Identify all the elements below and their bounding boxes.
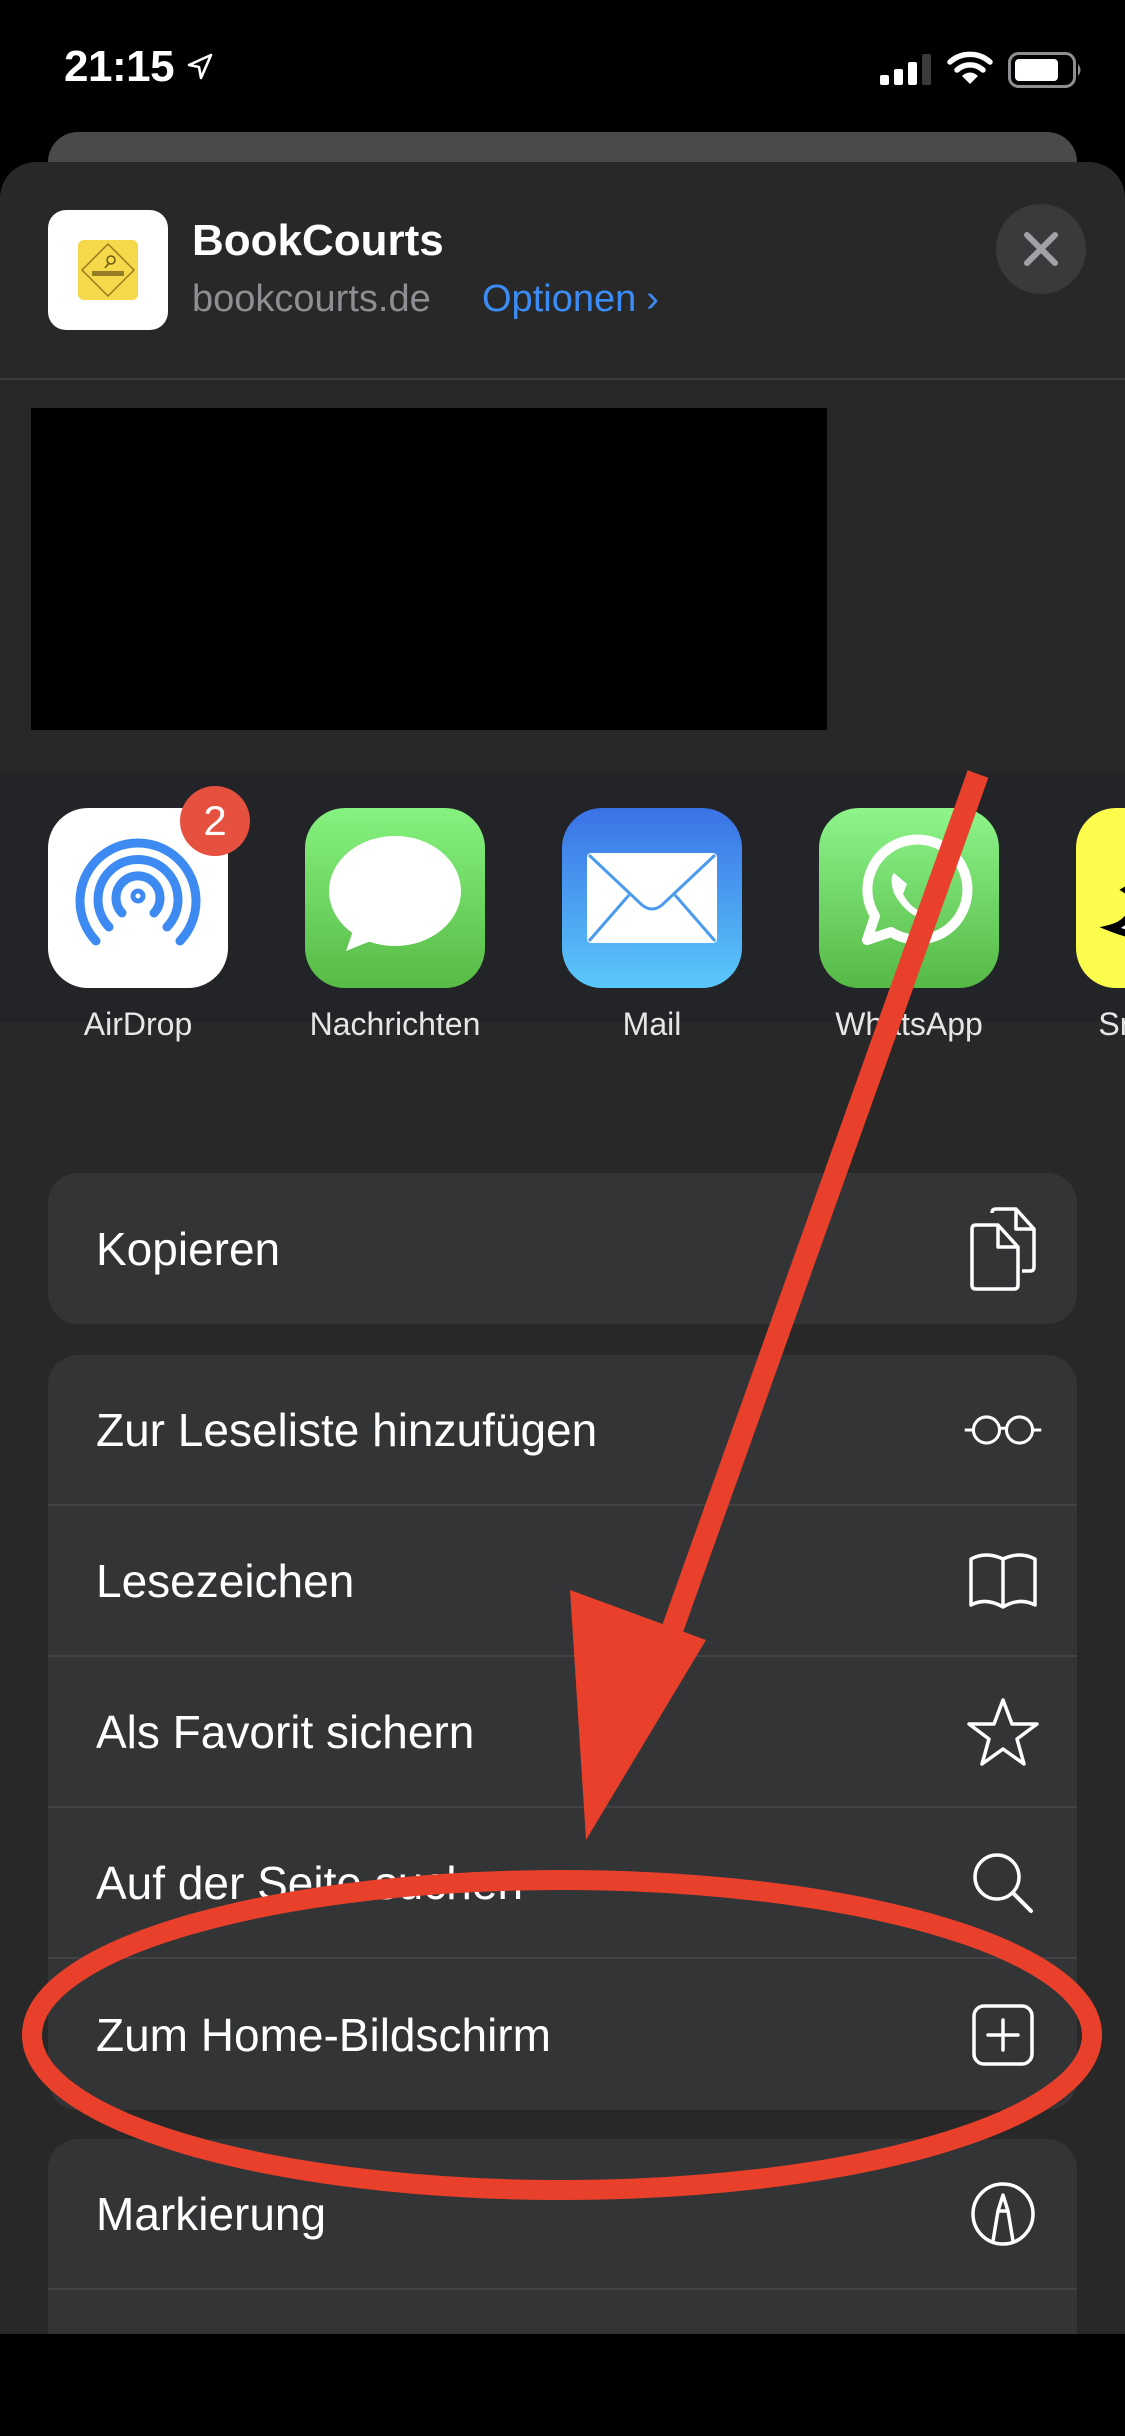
location-arrow-icon <box>187 53 213 80</box>
whatsapp-icon <box>819 808 999 988</box>
action-label: Kopieren <box>96 1222 281 1275</box>
status-bar: 21:15 <box>0 0 1125 135</box>
bottom-black-area <box>0 2334 1125 2436</box>
book-icon <box>963 1541 1043 1621</box>
app-label: Snapchat <box>1098 1006 1125 1042</box>
action-bookmark[interactable]: Lesezeichen <box>48 1506 1077 1657</box>
app-label: AirDrop <box>83 1006 193 1042</box>
site-title: BookCourts <box>192 216 444 265</box>
star-icon <box>963 1692 1043 1772</box>
site-favicon <box>48 210 168 330</box>
action-add-to-home-screen[interactable]: Zum Home-Bildschirm <box>48 1959 1077 2110</box>
action-copy[interactable]: Kopieren <box>48 1173 1077 1324</box>
speech-bubble-icon <box>329 836 461 951</box>
action-print[interactable] <box>48 2290 1077 2334</box>
ghost-icon <box>1099 886 1125 937</box>
search-icon <box>963 1843 1043 1923</box>
glasses-icon <box>963 1390 1043 1470</box>
status-time: 21:15 <box>64 42 175 91</box>
app-mail[interactable]: Mail <box>562 808 742 1043</box>
wifi-icon <box>947 51 993 84</box>
add-square-icon <box>963 1995 1043 2075</box>
action-label: Zum Home-Bildschirm <box>96 2008 551 2061</box>
action-add-favorite[interactable]: Als Favorit sichern <box>48 1657 1077 1808</box>
messages-icon <box>305 808 485 988</box>
copy-icon <box>963 1206 1043 1291</box>
action-group-copy: Kopieren <box>48 1173 1077 1324</box>
mail-icon <box>562 808 742 988</box>
site-url: bookcourts.de <box>192 278 431 320</box>
app-label: Mail <box>622 1006 682 1042</box>
bookcourts-logo-icon <box>78 240 138 300</box>
share-apps-row: 2 AirDrop Nachrichten Mail WhatsApp S <box>0 772 1125 1042</box>
action-add-reading-list[interactable]: Zur Leseliste hinzufügen <box>48 1355 1077 1506</box>
action-markup[interactable]: Markierung <box>48 2139 1077 2290</box>
share-sheet: BookCourts bookcourts.de Optionen › 2 Ai… <box>0 162 1125 2334</box>
action-group-main: Zur Leseliste hinzufügen Lesezeichen Als… <box>48 1355 1077 2110</box>
app-whatsapp[interactable]: WhatsApp <box>819 808 999 1043</box>
envelope-icon <box>587 853 717 943</box>
airdrop-icon: 2 <box>48 786 250 988</box>
header-divider <box>0 378 1125 380</box>
app-label: WhatsApp <box>835 1006 983 1042</box>
airdrop-badge: 2 <box>180 786 250 856</box>
whatsapp-phone-icon <box>862 834 973 945</box>
markup-icon <box>963 2174 1043 2254</box>
options-link[interactable]: Optionen › <box>482 278 659 321</box>
action-label: Als Favorit sichern <box>96 1705 475 1758</box>
chevron-right-icon: › <box>646 278 659 320</box>
action-group-more: Markierung <box>48 2139 1077 2334</box>
snapchat-icon <box>1076 808 1125 988</box>
close-icon <box>1024 232 1058 266</box>
options-label: Optionen <box>482 278 637 320</box>
app-snapchat[interactable]: Snapchat <box>1076 808 1125 1043</box>
battery-icon <box>1008 52 1081 88</box>
action-label: Markierung <box>96 2187 327 2240</box>
action-label: Auf der Seite suchen <box>96 1856 524 1909</box>
share-sheet-header: BookCourts bookcourts.de Optionen › <box>0 162 1125 378</box>
action-find-on-page[interactable]: Auf der Seite suchen <box>48 1808 1077 1959</box>
action-label: Lesezeichen <box>96 1554 355 1607</box>
action-label: Zur Leseliste hinzufügen <box>96 1403 598 1456</box>
print-icon <box>963 2326 1043 2335</box>
link-preview[interactable] <box>31 408 827 730</box>
cellular-signal-icon <box>880 54 931 85</box>
app-messages[interactable]: Nachrichten <box>305 808 485 1043</box>
app-airdrop[interactable]: 2 AirDrop <box>48 786 250 1043</box>
app-label: Nachrichten <box>309 1006 481 1042</box>
close-button[interactable] <box>996 204 1086 294</box>
